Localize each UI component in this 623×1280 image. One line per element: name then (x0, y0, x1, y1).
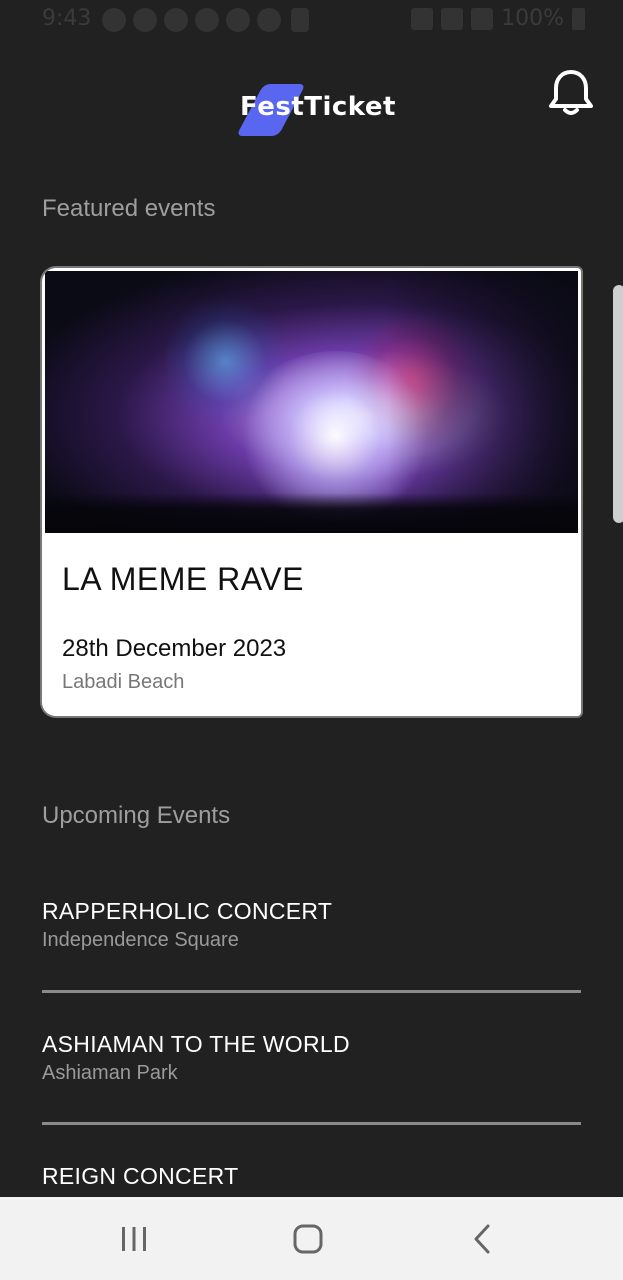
snapchat-icon (164, 8, 188, 32)
link-icon (226, 8, 250, 32)
upcoming-event-name: REIGN CONCERT (42, 1163, 239, 1189)
logo-text: FestTicket (240, 92, 396, 122)
signal-icon (471, 7, 494, 30)
upcoming-event-item[interactable]: RAPPERHOLIC CONCERT Independence Square (42, 898, 581, 952)
featured-event-venue: Labadi Beach (62, 671, 185, 693)
recent-apps-icon[interactable] (112, 1219, 156, 1259)
status-bar: 9:43 100% (0, 0, 623, 42)
system-nav-bar (0, 1197, 623, 1280)
featured-event-date: 28th December 2023 (62, 635, 287, 662)
sim-icon (291, 8, 309, 32)
upcoming-event-venue: Independence Square (42, 929, 239, 951)
app-screen: 9:43 100% FestTicket Featured events LA … (0, 0, 623, 1280)
system-icons: 100% (411, 6, 585, 31)
battery-icon (572, 7, 585, 30)
app-logo: FestTicket (236, 76, 395, 146)
wifi-icon (441, 7, 464, 30)
list-divider (42, 990, 581, 993)
back-icon[interactable] (460, 1219, 504, 1259)
upcoming-event-item[interactable]: ASHIAMAN TO THE WORLD Ashiaman Park (42, 1031, 581, 1085)
list-divider (42, 1122, 581, 1125)
carousel-scroll-indicator[interactable] (613, 285, 623, 523)
upcoming-event-name: ASHIAMAN TO THE WORLD (42, 1031, 350, 1057)
featured-events-title: Featured events (42, 195, 216, 222)
featured-event-card[interactable]: LA MEME RAVE 28th December 2023 Labadi B… (42, 268, 581, 716)
bell-icon[interactable] (546, 66, 596, 118)
upcoming-events-title: Upcoming Events (42, 802, 231, 829)
discord-icon (133, 8, 157, 32)
upcoming-event-item[interactable]: REIGN CONCERT (42, 1163, 581, 1190)
whatsapp-icon (257, 8, 281, 32)
upcoming-event-name: RAPPERHOLIC CONCERT (42, 898, 333, 924)
featured-card-body: LA MEME RAVE 28th December 2023 Labadi B… (42, 533, 581, 716)
telegram-icon (102, 8, 126, 32)
concert-image (45, 271, 578, 533)
battery-percent: 100% (501, 6, 564, 31)
featured-event-name: LA MEME RAVE (62, 561, 304, 597)
upcoming-event-venue: Ashiaman Park (42, 1062, 178, 1084)
notification-icons (102, 8, 312, 32)
home-icon[interactable] (286, 1219, 330, 1259)
status-time: 9:43 (42, 6, 92, 31)
app-a-icon (195, 8, 219, 32)
mute-icon (411, 7, 434, 30)
